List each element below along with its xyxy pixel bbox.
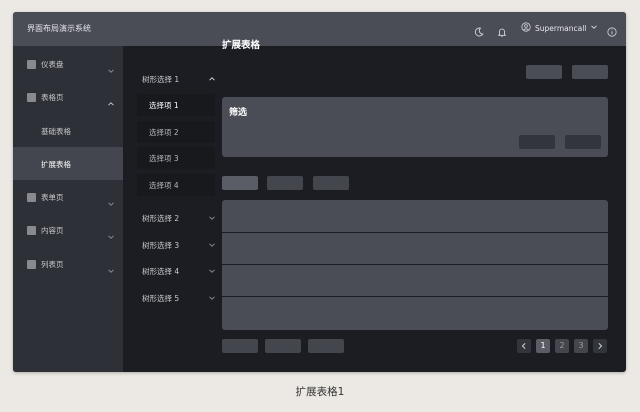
tree-option-4[interactable]: 选择项 4 — [137, 174, 215, 196]
user-name: Supermancall — [535, 23, 587, 33]
tree-group-5[interactable]: 树形选择 5 — [137, 287, 215, 309]
bottom-action-button-1[interactable] — [222, 339, 258, 353]
bell-icon[interactable] — [496, 23, 508, 37]
tree-option-2[interactable]: 选择项 2 — [137, 121, 215, 143]
sidebar-item-tables[interactable]: 表格页 — [13, 82, 123, 112]
sidebar-item-lists[interactable]: 列表页 — [13, 249, 123, 279]
pagination-prev-button[interactable] — [517, 339, 531, 353]
filter-action-button-2[interactable] — [565, 135, 601, 149]
chevron-down-icon — [209, 269, 215, 273]
toolbar-button-3[interactable] — [313, 176, 349, 190]
figure-caption: 扩展表格1 — [295, 386, 345, 398]
sidebar-subitem-basic-table[interactable]: 基础表格 — [13, 114, 123, 147]
pagination-page-2[interactable]: 2 — [555, 339, 569, 353]
square-icon — [27, 59, 36, 69]
tree-group-2[interactable]: 树形选择 2 — [137, 207, 215, 229]
sidebar-item-label: 表单页 — [41, 192, 64, 202]
square-icon — [27, 92, 36, 102]
square-icon — [27, 225, 36, 235]
app-window: 界面布局演示系统 Supermancall 仪表盘 表格页 基础表格 扩展表格 … — [13, 12, 626, 372]
table-row[interactable] — [222, 200, 608, 233]
user-icon — [521, 22, 531, 34]
chevron-down-icon — [209, 296, 215, 300]
sidebar-item-content[interactable]: 内容页 — [13, 215, 123, 245]
header-action-button-1[interactable] — [526, 65, 562, 79]
filter-panel: 筛选 — [222, 97, 608, 157]
bottom-action-button-3[interactable] — [308, 339, 344, 353]
pagination-page-1[interactable]: 1 — [536, 339, 550, 353]
sidebar-item-label: 内容页 — [41, 225, 64, 235]
toolbar-button-1[interactable] — [222, 176, 258, 190]
sidebar-subitem-label: 扩展表格 — [41, 160, 71, 169]
page-title: 扩展表格 — [222, 40, 261, 51]
tree-option-label: 选择项 2 — [149, 128, 179, 137]
tree-group-1[interactable]: 树形选择 1 — [137, 68, 215, 90]
app-title: 界面布局演示系统 — [27, 24, 91, 33]
table-row[interactable] — [222, 264, 608, 297]
user-menu-button[interactable]: Supermancall — [521, 22, 598, 34]
moon-icon[interactable] — [473, 23, 485, 37]
chevron-down-icon — [590, 23, 598, 33]
pagination-page-3[interactable]: 3 — [574, 339, 588, 353]
sidebar-item-forms[interactable]: 表单页 — [13, 182, 123, 212]
chevron-down-icon — [107, 260, 115, 273]
tree-group-label: 树形选择 1 — [142, 75, 180, 84]
tree-option-label: 选择项 1 — [149, 101, 179, 110]
chevron-left-icon — [521, 342, 526, 350]
bottom-action-button-2[interactable] — [265, 339, 301, 353]
table-row[interactable] — [222, 232, 608, 265]
sidebar: 仪表盘 表格页 基础表格 扩展表格 表单页 内容页 列表页 — [13, 46, 123, 372]
sidebar-subitem-label: 基础表格 — [41, 127, 71, 136]
chevron-right-icon — [598, 342, 603, 350]
sidebar-item-label: 仪表盘 — [41, 59, 64, 69]
chevron-down-icon — [107, 60, 115, 73]
toolbar-button-2[interactable] — [267, 176, 303, 190]
header-action-button-2[interactable] — [572, 65, 608, 79]
sidebar-subitem-extended-table[interactable]: 扩展表格 — [13, 147, 123, 180]
filter-title: 筛选 — [229, 108, 248, 118]
sidebar-item-dashboard[interactable]: 仪表盘 — [13, 49, 123, 79]
table-row[interactable] — [222, 296, 608, 328]
data-table — [222, 200, 608, 330]
tree-option-1[interactable]: 选择项 1 — [137, 94, 215, 116]
tree-option-label: 选择项 4 — [149, 181, 179, 190]
sidebar-item-label: 列表页 — [41, 259, 64, 269]
chevron-up-icon — [209, 77, 215, 81]
chevron-down-icon — [209, 216, 215, 220]
tree-option-3[interactable]: 选择项 3 — [137, 147, 215, 169]
sidebar-item-label: 表格页 — [41, 92, 64, 102]
tree-group-3[interactable]: 树形选择 3 — [137, 234, 215, 256]
tree-option-label: 选择项 3 — [149, 154, 179, 163]
tree-group-label: 树形选择 3 — [142, 241, 180, 250]
info-icon[interactable] — [606, 23, 618, 37]
square-icon — [27, 259, 36, 269]
chevron-down-icon — [107, 193, 115, 206]
square-icon — [27, 192, 36, 202]
chevron-up-icon — [107, 93, 115, 106]
tree-group-4[interactable]: 树形选择 4 — [137, 260, 215, 282]
pagination-next-button[interactable] — [593, 339, 607, 353]
filter-action-button-1[interactable] — [519, 135, 555, 149]
top-bar: 界面布局演示系统 Supermancall — [13, 12, 626, 46]
tree-group-label: 树形选择 4 — [142, 267, 180, 276]
chevron-down-icon — [209, 243, 215, 247]
tree-group-label: 树形选择 5 — [142, 294, 180, 303]
tree-group-label: 树形选择 2 — [142, 214, 180, 223]
chevron-down-icon — [107, 226, 115, 239]
